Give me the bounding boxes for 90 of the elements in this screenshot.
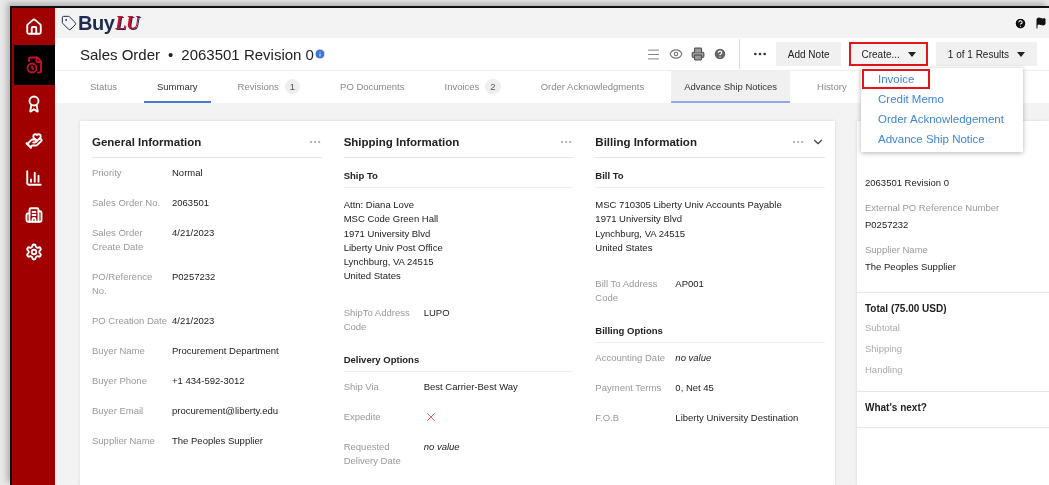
title-separator: •: [168, 45, 174, 63]
dropdown-button[interactable]: Create...: [849, 42, 928, 66]
field-label: Priority: [92, 166, 123, 180]
address-text: Attn: Diana Love MSC Code Green Hall 1971 University Blvd Liberty Univ Post Office Lynchburg, VA 24515 United States: [343, 198, 444, 284]
order-number: 2063501 Revision 0: [181, 45, 314, 63]
bar-chart-icon: [24, 168, 43, 187]
field-label: ShipTo Address Code: [343, 305, 411, 334]
count-badge: 2: [485, 78, 501, 94]
list-icon[interactable]: [645, 46, 661, 62]
help-icon[interactable]: [1014, 16, 1027, 30]
field-label: Subtotal: [865, 322, 901, 333]
field-value: LUPO: [423, 305, 450, 320]
menu-item[interactable]: Advance Ship Notice: [862, 129, 1001, 149]
building-icon: [24, 205, 43, 224]
menu-item[interactable]: Order Acknowledgement: [862, 109, 1020, 129]
printer-icon[interactable]: [690, 47, 705, 61]
field-label: Supplier Name: [865, 244, 929, 255]
field-label: Buyer Phone: [92, 374, 148, 388]
logo-text: Buy: [78, 11, 115, 35]
field-value: no value: [675, 351, 712, 366]
field-label: PO/Reference No.: [92, 270, 154, 298]
field-value: Best Carrier-Best Way: [423, 379, 518, 394]
field-value: Normal: [172, 166, 203, 180]
field-value: AP001: [675, 277, 704, 292]
page-title: Sales Order: [80, 45, 161, 63]
count-badge: 1: [284, 78, 301, 94]
menu-item[interactable]: Invoice: [862, 69, 931, 89]
field-label: F.O.B: [595, 411, 621, 426]
settings-icon: [24, 242, 43, 261]
dropdown-button[interactable]: 1 of 1 Results: [935, 42, 1037, 66]
field-value: The Peoples Supplier: [865, 261, 957, 272]
action-button[interactable]: Add Note: [775, 42, 842, 66]
card-title: Billing Information: [595, 136, 697, 148]
tab[interactable]: PO Documents: [327, 71, 418, 103]
field-label: Buyer Email: [92, 404, 145, 418]
tab[interactable]: Revisions 1: [224, 71, 314, 103]
section-heading: Billing Options: [595, 313, 825, 344]
caret-icon: [907, 51, 916, 57]
field-label: Expedite: [343, 409, 382, 424]
caret-icon: [1017, 51, 1025, 57]
section-title: Total (75.00 USD): [865, 303, 948, 314]
tab[interactable]: Summary: [143, 71, 211, 103]
section-heading: Delivery Options: [343, 341, 574, 372]
hand-heart-icon: [24, 131, 43, 150]
section-heading: Ship To: [343, 158, 574, 188]
field-value: +1 434-592-3012: [172, 374, 245, 388]
tab[interactable]: History: [804, 71, 860, 103]
tab[interactable]: Advance Ship Notices: [671, 71, 791, 103]
field-label: Sales Order No.: [92, 196, 162, 210]
info-icon[interactable]: [313, 48, 326, 60]
field-label: Buyer Name: [92, 344, 146, 358]
field-value: 4/21/2023: [172, 226, 215, 240]
card-title: Shipping Information: [343, 136, 460, 148]
field-value: P0257232: [865, 219, 910, 230]
field-label: Sales Order Create Date: [92, 226, 145, 254]
field-label: Requested Delivery Date: [343, 439, 402, 468]
field-label: Payment Terms: [595, 381, 663, 396]
menu-item[interactable]: Credit Memo: [862, 89, 960, 109]
field-value: 4/21/2023: [172, 314, 215, 328]
field-value: procurement@liberty.edu: [172, 404, 279, 418]
field-label: Shipping: [865, 343, 903, 354]
field-value: Procurement Department: [172, 344, 279, 358]
field-value: Liberty University Destination: [675, 411, 799, 426]
section-title: What's next?: [865, 402, 928, 413]
field-value: 2063501: [172, 196, 209, 210]
tab[interactable]: Order Acknowledgments: [527, 71, 658, 103]
field-label: PO Creation Date: [92, 314, 168, 328]
clock-document-icon: [25, 56, 44, 74]
field-value: no value: [423, 439, 460, 454]
address-text: MSC 710305 Liberty Univ Accounts Payable 1971 University Blvd Lynchburg, VA 24515 United States: [595, 198, 783, 255]
card-title: General Information: [92, 136, 202, 148]
field-value: 2063501 Revision 0: [865, 177, 950, 188]
eye-icon[interactable]: [668, 47, 683, 61]
sidebar-item[interactable]: [14, 45, 55, 85]
field-value: P0257232: [172, 270, 216, 284]
tag-icon: [61, 15, 77, 31]
field-value: 0, Net 45: [675, 381, 714, 396]
tab[interactable]: Status: [77, 71, 130, 103]
field-label: Handling: [865, 364, 904, 375]
field-label: Supplier Name: [92, 434, 156, 448]
logo-mark: LU: [115, 12, 140, 33]
field-label: Accounting Date: [595, 351, 667, 366]
field-label: Ship Via: [343, 379, 380, 394]
flag-icon[interactable]: [1035, 17, 1047, 29]
field-label: External PO Reference Number: [865, 202, 1001, 213]
field-label: Bill To Address Code: [595, 277, 659, 306]
tab[interactable]: Invoices 2: [431, 71, 514, 103]
field-value: The Peoples Supplier: [172, 434, 263, 448]
section-heading: Bill To: [595, 158, 825, 188]
home-icon: [24, 17, 43, 36]
